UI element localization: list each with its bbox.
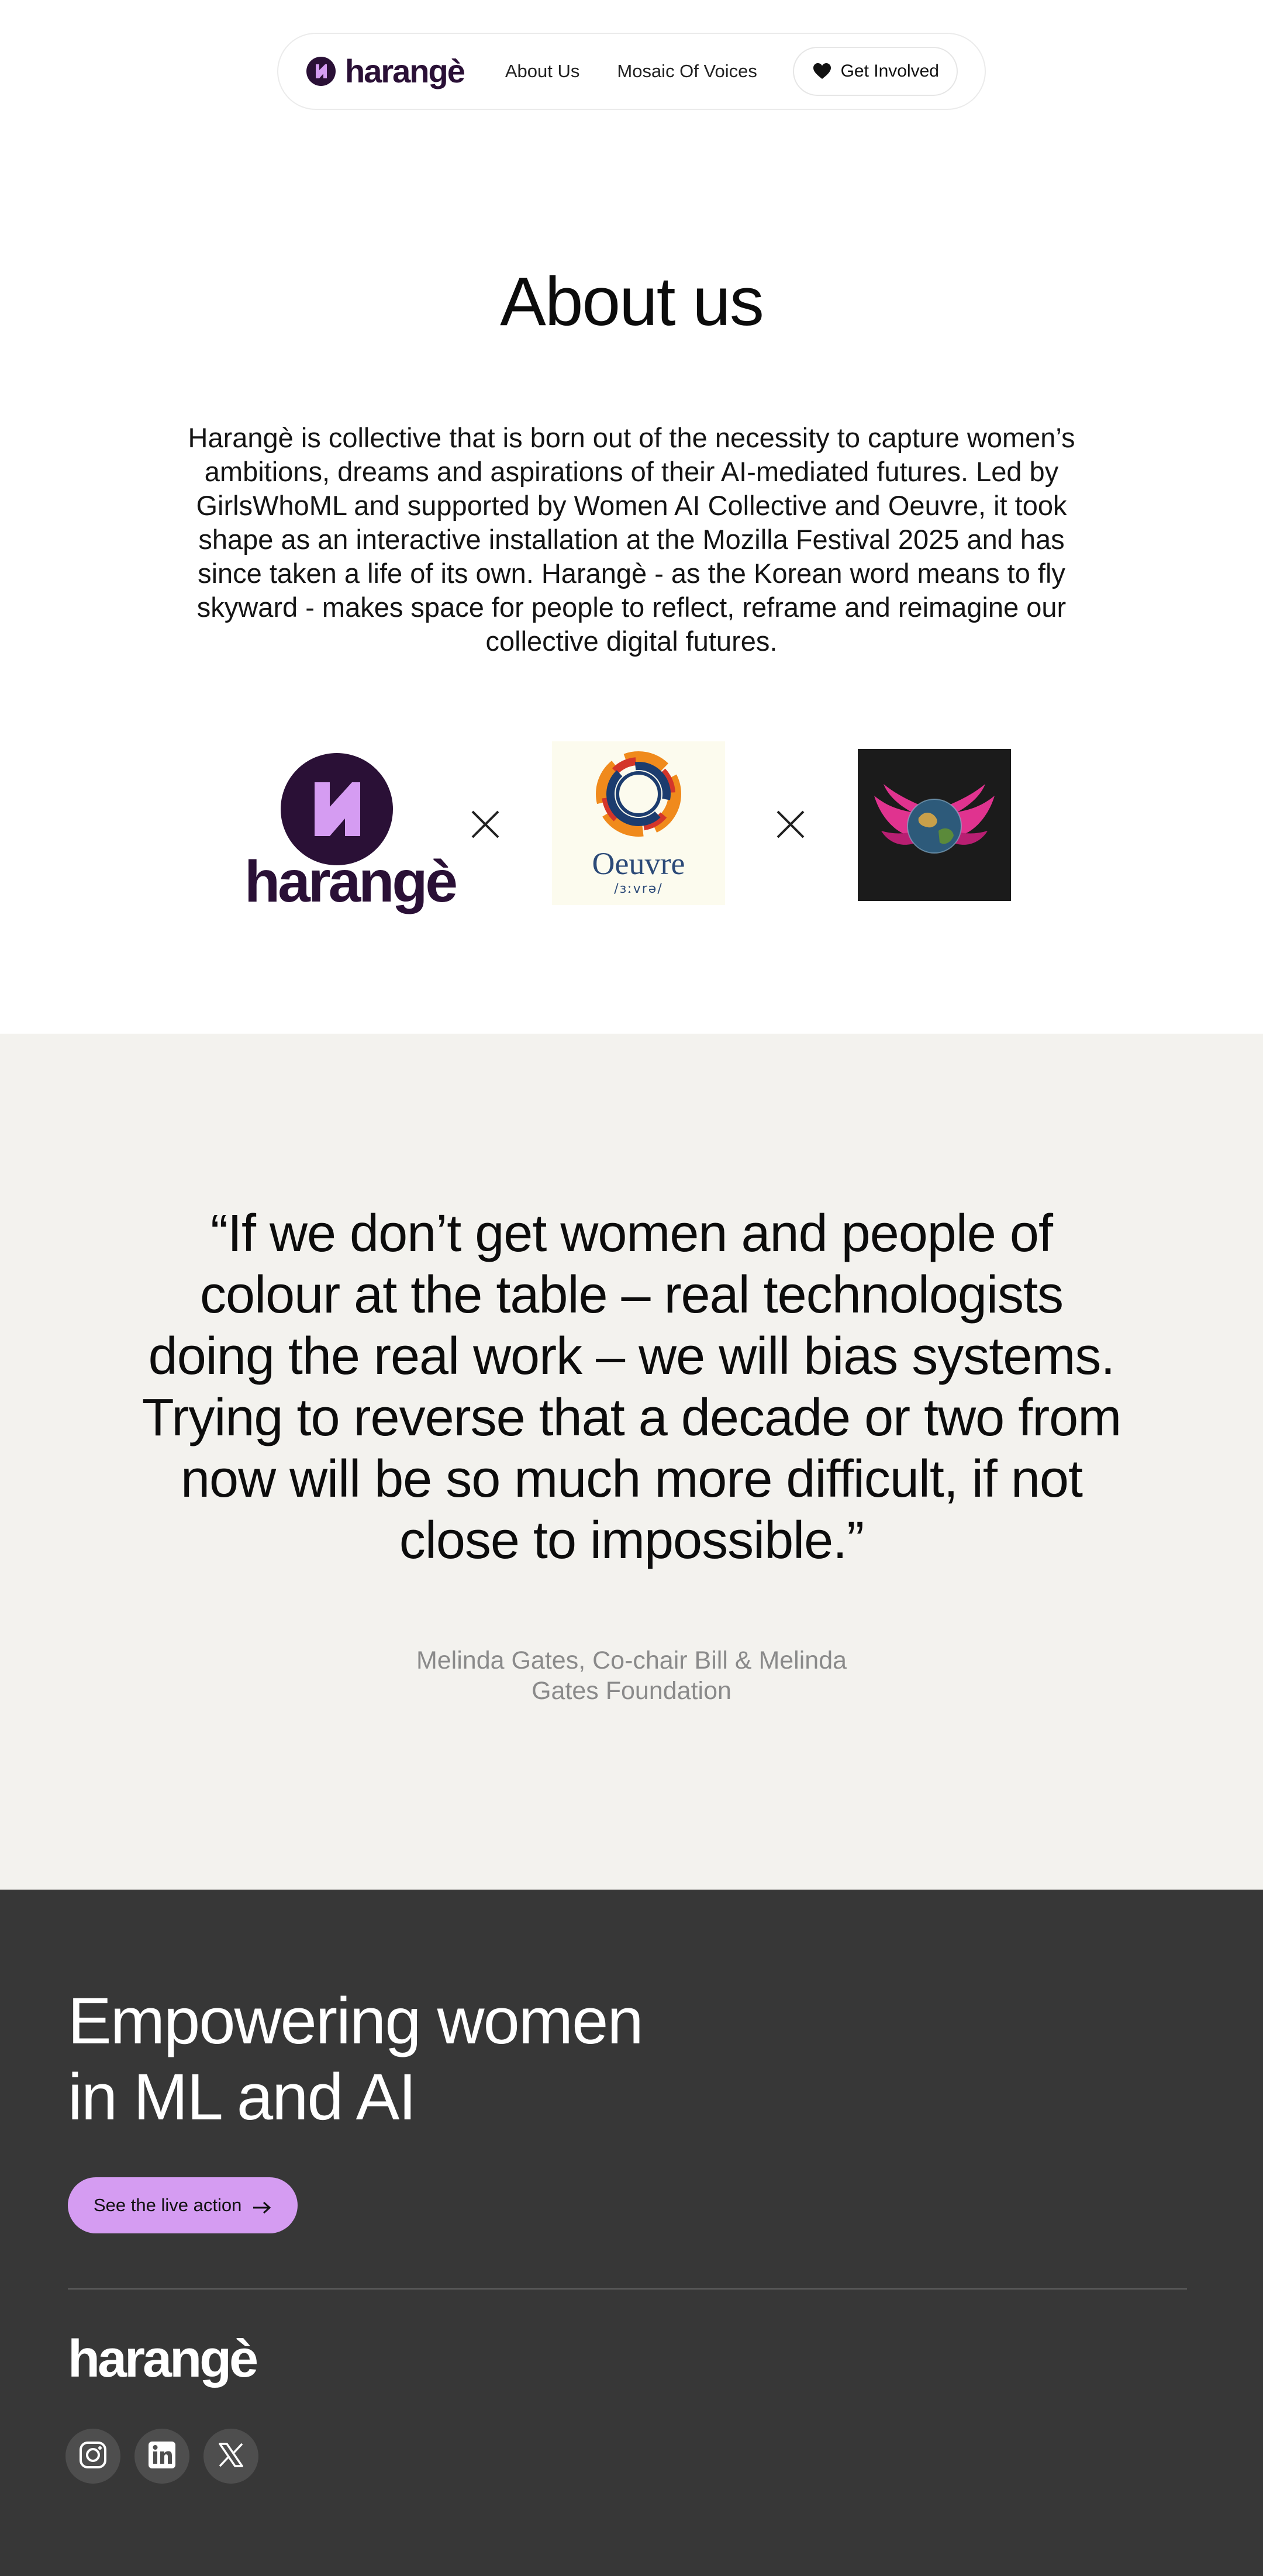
footer-logo: harangè — [68, 2330, 258, 2388]
site-header: harangè About Us Mosaic Of Voices Get In… — [0, 33, 1263, 110]
arrow-right-icon — [252, 2198, 272, 2214]
harange-partner-logo: harangè — [244, 753, 458, 923]
cross-icon — [773, 807, 808, 842]
oeuvre-phonetic: /ɜːvrə/ — [614, 882, 663, 896]
quote-text: “If we don’t get women and people of col… — [142, 1204, 1121, 1570]
nav-about-us[interactable]: About Us — [505, 61, 580, 82]
quote-author: Melinda Gates, Co-chair Bill & Melinda G… — [416, 1646, 847, 1705]
brand-logo-link[interactable]: harangè — [306, 53, 465, 89]
x-icon — [216, 2440, 246, 2473]
brand-wordmark: harangè — [345, 53, 465, 89]
linkedin-link[interactable] — [134, 2429, 189, 2484]
footer-headline: Empowering women in ML and AI — [68, 1983, 769, 2135]
x-link[interactable] — [203, 2429, 258, 2484]
footer-divider — [68, 2288, 1187, 2290]
about-title: About us — [500, 263, 764, 340]
brand-mark-icon — [306, 57, 336, 86]
oeuvre-partner-logo: Oeuvre /ɜːvrə/ — [552, 741, 725, 905]
see-live-action-label: See the live action — [94, 2195, 242, 2215]
get-involved-button[interactable]: Get Involved — [792, 47, 958, 96]
about-description: Harangè is collective that is born out o… — [188, 422, 1075, 657]
see-live-action-button[interactable]: See the live action — [68, 2177, 298, 2233]
cross-icon — [468, 807, 503, 842]
linkedin-icon — [147, 2440, 177, 2473]
harange-logo-wordmark: harangè — [244, 849, 458, 914]
get-involved-label: Get Involved — [840, 61, 939, 81]
nav-bar: harangè About Us Mosaic Of Voices Get In… — [277, 33, 986, 110]
instagram-icon — [78, 2440, 108, 2473]
footer-headline-line-1: Empowering women — [68, 1984, 644, 2057]
footer-headline-line-2: in ML and AI — [68, 2060, 416, 2133]
oeuvre-wordmark: Oeuvre — [592, 846, 685, 881]
instagram-link[interactable] — [65, 2429, 120, 2484]
quote-section: “If we don’t get women and people of col… — [0, 1034, 1263, 1890]
nav-mosaic-of-voices[interactable]: Mosaic Of Voices — [617, 61, 757, 82]
heart-icon — [813, 63, 831, 80]
oeuvre-swirl-icon — [596, 751, 681, 837]
winged-globe-logo — [858, 749, 1011, 901]
site-footer: Empowering women in ML and AI See the li… — [0, 1890, 1263, 2576]
